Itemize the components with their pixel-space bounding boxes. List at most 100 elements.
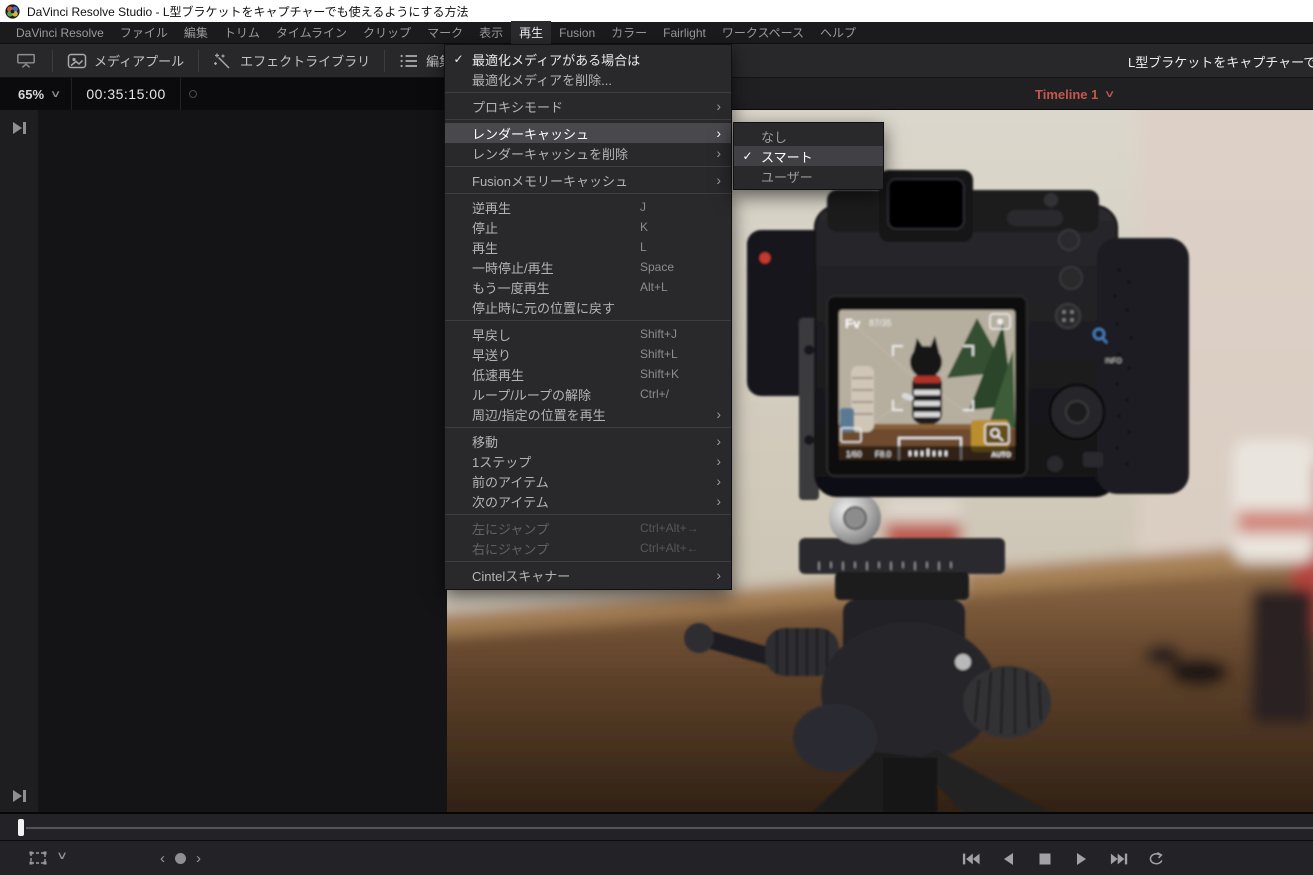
menu-item-shortcut: Space xyxy=(640,260,711,274)
menu-item[interactable]: 低速再生Shift+K xyxy=(445,364,731,384)
menu-item[interactable]: 停止K xyxy=(445,217,731,237)
timeline-selector[interactable]: Timeline 1 ∨ xyxy=(1035,78,1114,110)
menubar-item[interactable]: 表示 xyxy=(471,21,511,44)
menubar-item[interactable]: ファイル xyxy=(112,21,176,44)
check-icon: ✓ xyxy=(445,52,472,66)
lcd-auto: AUTO xyxy=(991,452,1011,459)
lcd-aperture: F8.0 xyxy=(875,450,892,459)
menu-item-label: 早戻し xyxy=(472,325,640,344)
interface-toggle-button[interactable] xyxy=(0,44,52,77)
ui-toggle-icon xyxy=(16,52,36,70)
menu-item-label: 周辺/指定の位置を再生 xyxy=(472,405,640,424)
submenu-item[interactable]: ユーザー xyxy=(734,166,883,186)
menu-separator xyxy=(445,92,731,93)
menu-item[interactable]: プロキシモード› xyxy=(445,96,731,116)
menu-item[interactable]: 1ステップ› xyxy=(445,451,731,471)
stop-icon[interactable] xyxy=(1036,851,1054,867)
submenu-arrow-icon: › xyxy=(711,494,727,508)
skip-back-icon[interactable] xyxy=(962,851,980,867)
scrubber-track[interactable] xyxy=(26,827,1313,829)
menu-item[interactable]: レンダーキャッシュ› xyxy=(445,123,731,143)
submenu-arrow-icon: › xyxy=(711,146,727,160)
menu-item-shortcut: Ctrl+Alt+→ xyxy=(640,521,711,535)
menu-separator xyxy=(445,166,731,167)
toolbar-button-label: エフェクトライブラリ xyxy=(240,51,370,70)
render-cache-submenu: なし✓スマートユーザー xyxy=(733,122,884,190)
menu-item-shortcut: Shift+L xyxy=(640,347,711,361)
submenu-arrow-icon: › xyxy=(711,407,727,421)
submenu-arrow-icon: › xyxy=(711,568,727,582)
submenu-item-label: なし xyxy=(761,127,787,146)
menubar-item[interactable]: ワークスペース xyxy=(714,21,812,44)
lcd-shots: 87/35 xyxy=(869,318,892,328)
menu-item[interactable]: Cintelスキャナー› xyxy=(445,565,731,585)
menu-separator xyxy=(445,119,731,120)
menu-item[interactable]: 早戻しShift+J xyxy=(445,324,731,344)
toolbar-button[interactable]: メディアプール xyxy=(53,44,198,77)
submenu-arrow-icon: › xyxy=(711,454,727,468)
menu-item[interactable]: もう一度再生Alt+L xyxy=(445,277,731,297)
menu-item[interactable]: Fusionメモリーキャッシュ › xyxy=(445,170,731,190)
menu-item-label: 逆再生 xyxy=(472,198,640,217)
title-bar: DaVinci Resolve Studio - L型ブラケットをキャプチャーで… xyxy=(0,0,1313,22)
menu-item[interactable]: 停止時に元の位置に戻す xyxy=(445,297,731,317)
menubar-item[interactable]: トリム xyxy=(216,21,268,44)
menu-item[interactable]: 次のアイテム› xyxy=(445,491,731,511)
lcd-shutter: 1/60 xyxy=(846,450,862,459)
menu-item[interactable]: ループ/ループの解除Ctrl+/ xyxy=(445,384,731,404)
submenu-item[interactable]: なし xyxy=(734,126,883,146)
submenu-item[interactable]: ✓スマート xyxy=(734,146,883,166)
jump-to-end-icon[interactable] xyxy=(11,788,28,804)
project-title: L型ブラケットをキャプチャーでも使 xyxy=(1128,44,1313,78)
menu-item[interactable]: 再生L xyxy=(445,237,731,257)
menu-item[interactable]: 逆再生J xyxy=(445,197,731,217)
jog-dot-icon[interactable] xyxy=(175,853,186,864)
menubar-item[interactable]: クリップ xyxy=(355,21,419,44)
menu-item[interactable]: 周辺/指定の位置を再生 › xyxy=(445,404,731,424)
check-icon: ✓ xyxy=(734,149,761,163)
jog-prev-icon[interactable]: ‹ xyxy=(160,851,165,866)
menubar-item[interactable]: カラー xyxy=(603,21,655,44)
playhead-handle[interactable] xyxy=(18,819,24,836)
menubar-item[interactable]: ヘルプ xyxy=(812,21,864,44)
play-icon[interactable] xyxy=(1073,851,1091,867)
menu-item-label: 早送り xyxy=(472,345,640,364)
viewer-zoom-level: 65% xyxy=(18,87,44,102)
menubar-item[interactable]: Fairlight xyxy=(655,23,714,43)
source-viewer-panel xyxy=(0,110,447,812)
menu-item[interactable]: 最適化メディアを削除... xyxy=(445,69,731,89)
menubar-item[interactable]: タイムライン xyxy=(268,21,355,44)
menu-item[interactable]: 前のアイテム› xyxy=(445,471,731,491)
jump-to-end-icon[interactable] xyxy=(11,120,28,136)
menu-item[interactable]: 早送りShift+L xyxy=(445,344,731,364)
jog-scrubber-bar[interactable] xyxy=(0,812,1313,840)
menu-item[interactable]: レンダーキャッシュを削除› xyxy=(445,143,731,163)
menu-separator xyxy=(445,427,731,428)
viewer-zoom-select[interactable]: 65% ∨ xyxy=(0,78,71,110)
jog-next-icon[interactable]: › xyxy=(196,851,201,866)
chevron-down-icon[interactable]: ∨ xyxy=(56,849,68,862)
selection-rect-icon[interactable] xyxy=(28,850,48,866)
menu-separator xyxy=(445,514,731,515)
menubar-item[interactable]: 編集 xyxy=(176,21,216,44)
toolbar-button[interactable]: エフェクトライブラリ xyxy=(199,44,384,77)
skip-forward-icon[interactable] xyxy=(1110,851,1128,867)
menubar-item[interactable]: マーク xyxy=(419,21,471,44)
menu-item-shortcut: L xyxy=(640,240,711,254)
loop-icon[interactable] xyxy=(1147,851,1165,867)
menu-item-label: レンダーキャッシュ xyxy=(472,124,640,143)
menu-item-shortcut: Shift+K xyxy=(640,367,711,381)
menu-item[interactable]: 一時停止/再生Space xyxy=(445,257,731,277)
menu-item-label: プロキシモード xyxy=(472,97,640,116)
menubar-item[interactable]: Fusion xyxy=(551,23,603,43)
menu-item[interactable]: ✓最適化メディアがある場合は使用 xyxy=(445,49,731,69)
menubar-item[interactable]: 再生 xyxy=(511,21,551,44)
menubar-item[interactable]: DaVinci Resolve xyxy=(8,23,112,43)
submenu-arrow-icon: › xyxy=(711,173,727,187)
timecode-display[interactable]: 00:35:15:00 xyxy=(72,86,179,102)
menu-item-label: Fusionメモリーキャッシュ xyxy=(472,171,640,190)
menu-item-shortcut: Shift+J xyxy=(640,327,711,341)
menu-item[interactable]: 移動› xyxy=(445,431,731,451)
source-viewer-strip xyxy=(0,110,38,812)
play-reverse-icon[interactable] xyxy=(999,851,1017,867)
